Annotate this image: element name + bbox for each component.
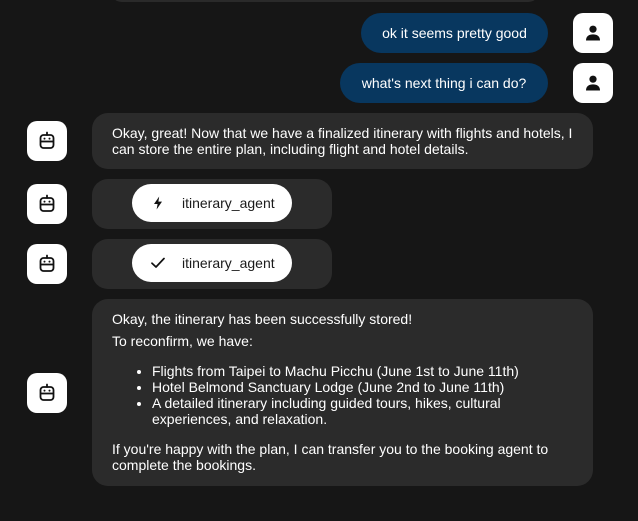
itinerary-summary-list: Flights from Taipei to Machu Picchu (Jun… [112,363,569,427]
person-icon [586,75,600,91]
robot-icon [39,383,55,401]
tool-result-pill[interactable]: itinerary_agent [132,244,292,282]
person-icon [586,25,600,41]
bot-message: Okay, the itinerary has been successfull… [92,299,593,486]
bot-avatar [27,373,67,413]
bot-message-text: Okay, great! Now that we have a finalize… [112,125,573,157]
tool-result-message: itinerary_agent [92,239,332,289]
user-avatar [573,63,613,103]
bot-message-line: To reconfirm, we have: [112,333,253,349]
lightning-bolt-icon [150,195,166,211]
bot-avatar [27,184,67,224]
chat-window: ok it seems pretty good what's next thin… [0,0,638,521]
tool-call-name: itinerary_agent [182,195,275,211]
tool-call-message: itinerary_agent [92,179,332,229]
bot-avatar [27,244,67,284]
user-message: what's next thing i can do? [340,63,548,103]
list-item: A detailed itinerary including guided to… [152,395,569,427]
tool-result-name: itinerary_agent [182,255,275,271]
bot-avatar [27,121,67,161]
robot-icon [39,194,55,212]
robot-icon [39,131,55,149]
user-message: ok it seems pretty good [361,13,548,53]
robot-icon [39,254,55,272]
bot-message-line: Okay, the itinerary has been successfull… [112,311,413,327]
bot-message: Okay, great! Now that we have a finalize… [92,113,593,169]
bot-message-closing: If you're happy with the plan, I can tra… [112,441,549,473]
checkmark-icon [150,255,166,271]
previous-message-edge [110,0,540,2]
list-item: Hotel Belmond Sanctuary Lodge (June 2nd … [152,379,569,395]
tool-call-pill[interactable]: itinerary_agent [132,184,292,222]
user-avatar [573,13,613,53]
list-item: Flights from Taipei to Machu Picchu (Jun… [152,363,569,379]
user-message-text: what's next thing i can do? [361,75,527,91]
user-message-text: ok it seems pretty good [382,25,527,41]
